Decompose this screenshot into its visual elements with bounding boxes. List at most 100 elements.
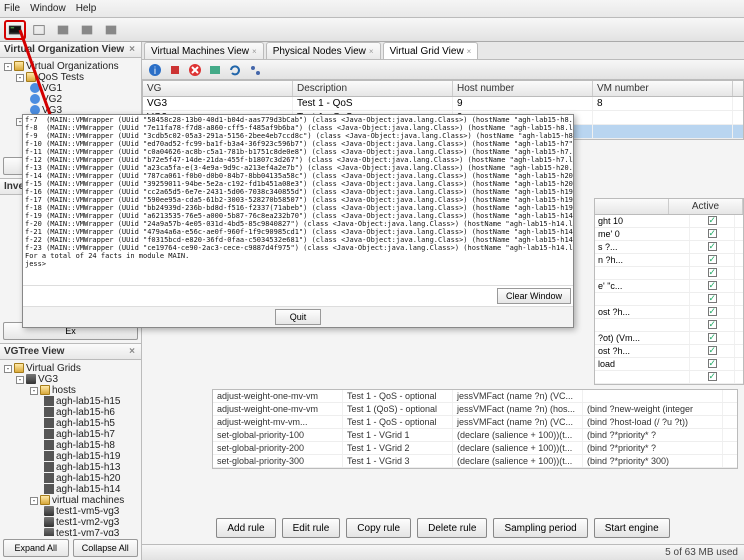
info-icon[interactable]: i [146, 62, 164, 78]
vgtree-title: VGTree View× [0, 343, 141, 360]
checkbox-icon[interactable] [708, 281, 717, 290]
table-row[interactable]: set-global-priority-300Test 1 - VGrid 3(… [213, 455, 737, 468]
rule-buttons: Add rule Edit rule Copy rule Delete rule… [142, 512, 744, 544]
tab-vm-view[interactable]: Virtual Machines View× [144, 42, 264, 59]
checkbox-icon[interactable] [708, 359, 717, 368]
toolbar-button-5[interactable] [100, 20, 122, 40]
col-vm-number[interactable]: VM number [593, 81, 733, 96]
toolbar-button-2[interactable] [28, 20, 50, 40]
close-icon[interactable]: × [369, 47, 374, 56]
list-item[interactable] [595, 319, 743, 332]
tree-host[interactable]: agh-lab15-h6 [2, 407, 139, 418]
table-row[interactable]: adjust-weight-mv-vm...Test 1 - QoS - opt… [213, 416, 737, 429]
tree-host[interactable]: agh-lab15-h14 [2, 484, 139, 495]
copy-rule-button[interactable]: Copy rule [346, 518, 411, 538]
list-item[interactable] [595, 293, 743, 306]
checkbox-icon[interactable] [708, 216, 717, 225]
menu-file[interactable]: File [4, 3, 20, 14]
checkbox-icon[interactable] [708, 242, 717, 251]
expand-all-button[interactable]: Expand All [3, 539, 69, 557]
quit-button[interactable]: Quit [275, 309, 322, 325]
tree-vm[interactable]: test1-vm5-vg3 [2, 506, 139, 517]
tree-root[interactable]: Virtual Organizations [26, 61, 119, 72]
col-active[interactable]: Active [669, 199, 743, 214]
tree-hosts[interactable]: hosts [52, 385, 76, 396]
col-host-number[interactable]: Host number [453, 81, 593, 96]
col-description[interactable]: Description [293, 81, 453, 96]
tree-vg2[interactable]: VG2 [42, 94, 62, 105]
list-item[interactable]: n ?h... [595, 254, 743, 267]
close-icon[interactable]: × [127, 45, 137, 55]
console-toolbar-button[interactable] [4, 20, 26, 40]
tree-vm[interactable]: test1-vm2-vg3 [2, 517, 139, 528]
tree-item[interactable]: VG3 [38, 374, 58, 385]
col-vg[interactable]: VG [143, 81, 293, 96]
link-icon[interactable] [246, 62, 264, 78]
vg-tree[interactable]: -Virtual Grids -VG3 -hosts agh-lab15-h15… [0, 360, 141, 536]
checkbox-icon[interactable] [708, 333, 717, 342]
list-item[interactable]: ght 10 [595, 215, 743, 228]
tree-host[interactable]: agh-lab15-h5 [2, 418, 139, 429]
active-table: Active ght 10me' 0s ?...n ?h... e' "c... o… [594, 198, 744, 385]
refresh-icon[interactable] [226, 62, 244, 78]
edit-rule-button[interactable]: Edit rule [282, 518, 341, 538]
tree-vgroot[interactable]: Virtual Grids [26, 363, 81, 374]
delete-icon[interactable] [186, 62, 204, 78]
list-item[interactable]: ost ?h... [595, 306, 743, 319]
table-row[interactable]: set-global-priority-100Test 1 - VGrid 1(… [213, 429, 737, 442]
toolbar-button-3[interactable] [52, 20, 74, 40]
list-item[interactable]: me' 0 [595, 228, 743, 241]
main-toolbar [0, 18, 744, 42]
tab-physical-nodes[interactable]: Physical Nodes View× [266, 42, 381, 59]
tree-host[interactable]: agh-lab15-h20 [2, 473, 139, 484]
tree-host[interactable]: agh-lab15-h7 [2, 429, 139, 440]
list-item[interactable]: load [595, 358, 743, 371]
jess-console: f-7 (MAIN::VMWrapper (UUid "58458c28-13b… [22, 114, 574, 328]
add-icon[interactable] [206, 62, 224, 78]
console-log[interactable]: f-7 (MAIN::VMWrapper (UUid "58458c28-13b… [23, 115, 573, 285]
checkbox-icon[interactable] [708, 307, 717, 316]
table-row[interactable]: VG3Test 1 - QoS98 [143, 97, 743, 111]
vo-view-title: Virtual Organization View × [0, 42, 141, 58]
checkbox-icon[interactable] [708, 294, 717, 303]
tree-host[interactable]: agh-lab15-h13 [2, 462, 139, 473]
clear-window-button[interactable]: Clear Window [497, 288, 571, 304]
tree-host[interactable]: agh-lab15-h8 [2, 440, 139, 451]
list-item[interactable] [595, 371, 743, 384]
list-item[interactable]: ost ?h... [595, 345, 743, 358]
checkbox-icon[interactable] [708, 255, 717, 264]
checkbox-icon[interactable] [708, 320, 717, 329]
list-item[interactable]: s ?... [595, 241, 743, 254]
list-item[interactable]: e' "c... [595, 280, 743, 293]
table-row[interactable]: adjust-weight-one-mv-vmTest 1 - QoS - op… [213, 390, 737, 403]
stop-icon[interactable] [166, 62, 184, 78]
col-blank [595, 199, 669, 214]
tree-vms[interactable]: -virtual machines [2, 495, 139, 506]
checkbox-icon[interactable] [708, 372, 717, 381]
tree-host[interactable]: agh-lab15-h15 [2, 396, 139, 407]
tree-qos[interactable]: QoS Tests [38, 72, 84, 83]
toolbar-button-4[interactable] [76, 20, 98, 40]
checkbox-icon[interactable] [708, 268, 717, 277]
table-row[interactable]: adjust-weight-one-mv-vmTest 1 (QoS) - op… [213, 403, 737, 416]
checkbox-icon[interactable] [708, 346, 717, 355]
tree-vm[interactable]: test1-vm7-vg3 [2, 528, 139, 536]
menu-help[interactable]: Help [76, 3, 97, 14]
close-icon[interactable]: × [252, 47, 257, 56]
list-item[interactable] [595, 267, 743, 280]
delete-rule-button[interactable]: Delete rule [417, 518, 487, 538]
tree-host[interactable]: agh-lab15-h19 [2, 451, 139, 462]
menubar: File Window Help [0, 0, 744, 18]
tree-vg1[interactable]: VG1 [42, 83, 62, 94]
checkbox-icon[interactable] [708, 229, 717, 238]
tab-virtual-grid[interactable]: Virtual Grid View× [383, 42, 479, 59]
close-icon[interactable]: × [467, 47, 472, 56]
table-row[interactable]: set-global-priority-200Test 1 - VGrid 2(… [213, 442, 737, 455]
collapse-all-button[interactable]: Collapse All [73, 539, 139, 557]
sampling-period-button[interactable]: Sampling period [493, 518, 587, 538]
add-rule-button[interactable]: Add rule [216, 518, 275, 538]
close-icon[interactable]: × [127, 347, 137, 357]
list-item[interactable]: ?ot) (Vm... [595, 332, 743, 345]
start-engine-button[interactable]: Start engine [594, 518, 670, 538]
menu-window[interactable]: Window [30, 3, 66, 14]
